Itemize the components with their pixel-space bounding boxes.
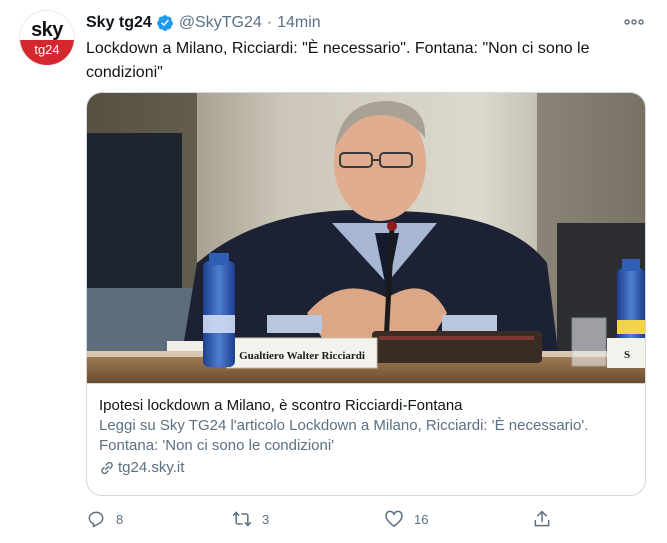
- avatar[interactable]: sky tg24: [19, 10, 75, 66]
- bottle-label-text: S: [624, 349, 630, 361]
- tweet-header: Sky tg24 @SkyTG24 · 14min: [86, 12, 647, 34]
- card-title: Ipotesi lockdown a Milano, è scontro Ric…: [99, 397, 463, 414]
- tweet-text: Lockdown a Milano, Ricciardi: "È necessa…: [86, 40, 590, 81]
- like-icon: [385, 510, 403, 527]
- retweet-count: 3: [262, 511, 270, 527]
- verified-badge-icon: [156, 15, 173, 31]
- card-domain: tg24.sky.it: [99, 458, 184, 478]
- card-image[interactable]: Gualtiero Walter Ricciardi S: [87, 93, 645, 383]
- like-button[interactable]: 16: [384, 506, 428, 532]
- card-domain-text: tg24.sky.it: [118, 459, 185, 476]
- tweet-actions: 8 3 16: [86, 506, 566, 532]
- avatar-badge: tg24: [20, 40, 74, 65]
- like-count: 16: [414, 511, 429, 527]
- avatar-logo: sky: [31, 19, 63, 41]
- share-button[interactable]: [532, 506, 562, 532]
- author-name[interactable]: Sky tg24: [86, 14, 152, 32]
- link-card[interactable]: Gualtiero Walter Ricciardi S Ipotesi loc…: [86, 92, 646, 496]
- retweet-icon: [232, 511, 252, 527]
- separator-dot: ·: [266, 14, 273, 31]
- reply-count: 8: [116, 511, 124, 527]
- reply-button[interactable]: 8: [86, 506, 123, 532]
- retweet-button[interactable]: 3: [232, 506, 269, 532]
- share-icon: [534, 510, 550, 527]
- author-handle[interactable]: @SkyTG24: [179, 14, 262, 32]
- reply-icon: [88, 511, 104, 528]
- nameplate-text: Gualtiero Walter Ricciardi: [239, 350, 365, 362]
- link-icon: [101, 461, 113, 475]
- more-icon[interactable]: [623, 14, 645, 30]
- tweet-timestamp[interactable]: 14min: [277, 14, 321, 32]
- card-description: Leggi su Sky TG24 l'articolo Lockdown a …: [99, 417, 589, 454]
- card-body[interactable]: Ipotesi lockdown a Milano, è scontro Ric…: [87, 383, 645, 495]
